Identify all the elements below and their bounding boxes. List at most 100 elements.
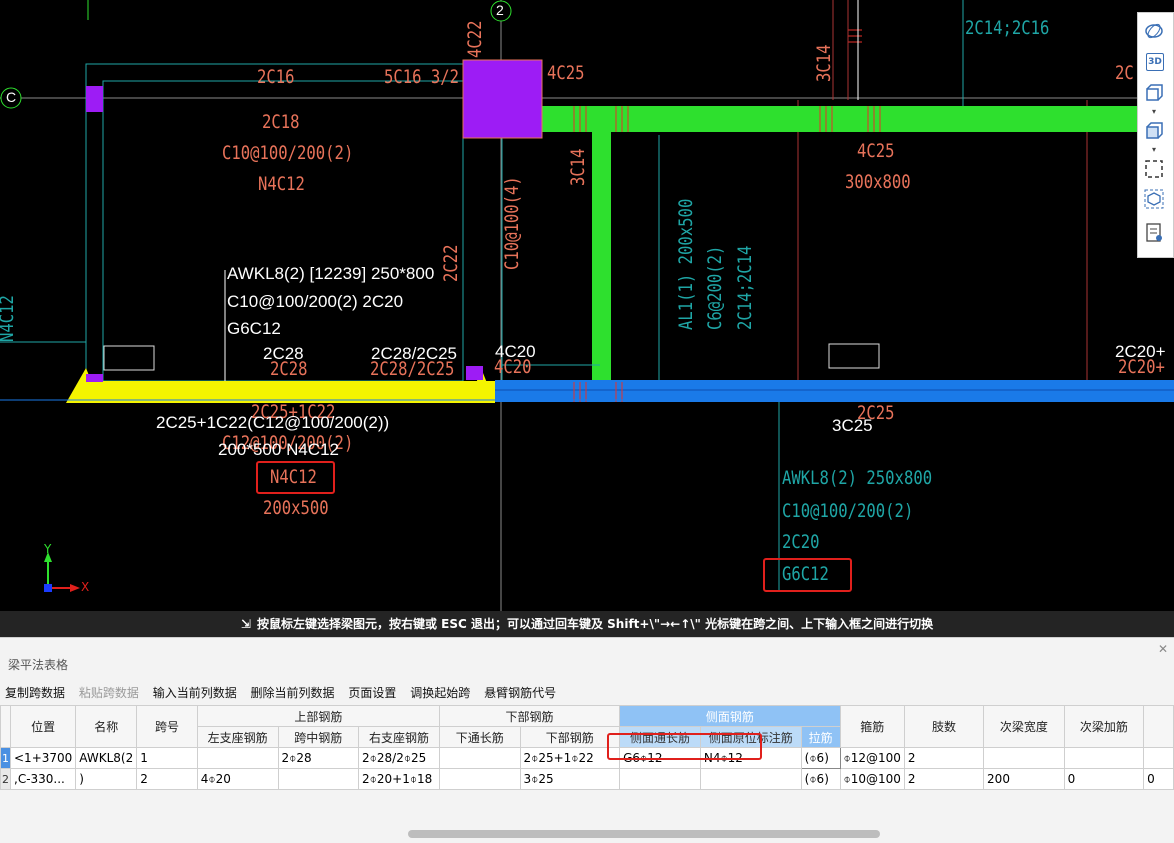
cantilever-code-button[interactable]: 悬臂钢筋代号 xyxy=(484,686,556,700)
cell-legs[interactable]: 2 xyxy=(903,747,985,769)
cell-left-support[interactable] xyxy=(196,747,279,769)
beam-annotation-top-right: 2C28/2C25 xyxy=(371,344,458,363)
cell-position[interactable]: <1+3700 xyxy=(9,747,77,769)
highlight-box xyxy=(763,558,852,592)
cad-text: C10@100/200(2) xyxy=(222,142,354,164)
cell-stirrup[interactable]: ⌽10@100 xyxy=(839,768,905,790)
cell-legs[interactable]: 2 xyxy=(903,768,985,790)
cad-text: N4C12 xyxy=(0,295,18,342)
cad-text: 200x500 xyxy=(263,497,329,519)
cad-text: 2C14;2C14 xyxy=(734,245,756,330)
header-position: 位置 xyxy=(9,705,77,748)
cad-text: 2C xyxy=(1115,62,1134,84)
cell-stirrup[interactable]: ⌽12@100 xyxy=(839,747,905,769)
swap-start-span-button[interactable]: 调换起始跨 xyxy=(410,686,470,700)
cell-name[interactable]: ) xyxy=(75,768,138,790)
orbit-icon[interactable] xyxy=(1144,21,1166,43)
ucs-y-label: Y xyxy=(44,542,52,556)
header-left-support: 左支座钢筋 xyxy=(196,726,279,748)
beam-annotation-span2-left: 4C20 xyxy=(495,342,536,361)
cad-text: 2C16 xyxy=(257,66,295,88)
cell-secondary-width[interactable]: 200 xyxy=(983,768,1065,790)
header-right-support: 右支座钢筋 xyxy=(358,726,440,748)
cad-text: 4C25 xyxy=(547,62,585,84)
cad-text: 5C16 3/2 xyxy=(384,66,460,88)
cad-text: 300x800 xyxy=(845,171,911,193)
cad-text: C6@200(2) xyxy=(704,245,726,330)
beam-annotation-top-left: 2C28 xyxy=(263,344,304,363)
header-bottom-continuous: 下通长筋 xyxy=(438,726,521,748)
cell-right-support[interactable]: 2⌽20+1⌽18 xyxy=(358,768,440,790)
input-column-button[interactable]: 输入当前列数据 xyxy=(153,686,237,700)
cad-text: C10@100(4) xyxy=(501,176,523,270)
cursor-arrow-icon: ⇲ xyxy=(240,617,251,631)
header-secondary-add: 次梁加筋 xyxy=(1063,705,1145,748)
cad-text: AL1(1) 200x500 xyxy=(675,198,697,330)
paste-span-button[interactable]: 粘贴跨数据 xyxy=(79,686,139,700)
box-3d-icon[interactable] xyxy=(1144,189,1166,211)
page-setup-button[interactable]: 页面设置 xyxy=(348,686,396,700)
cell-left-support[interactable]: 4⌽20 xyxy=(196,768,279,790)
cell-bottom-continuous[interactable] xyxy=(438,768,521,790)
cell-side-continuous[interactable] xyxy=(619,768,701,790)
cell-name[interactable]: AWKL8(2 xyxy=(75,747,138,769)
cell-mid-span[interactable] xyxy=(277,768,360,790)
cell-bottom-continuous[interactable] xyxy=(438,747,521,769)
properties-icon[interactable] xyxy=(1144,223,1166,245)
beam-annotation-bottom: 2C25+1C22(C12@100/200(2)) xyxy=(156,413,390,432)
cad-text: N4C12 xyxy=(258,173,305,195)
select-region-icon[interactable] xyxy=(1144,159,1166,181)
header-extra xyxy=(1143,705,1174,748)
panel-title: 梁平法表格 xyxy=(8,658,69,672)
row-number[interactable]: 1 xyxy=(0,747,11,769)
header-mid-span: 跨中钢筋 xyxy=(277,726,360,748)
cad-text: 2C22 xyxy=(440,244,462,282)
cube-iso-icon[interactable] xyxy=(1144,121,1166,143)
cad-text: C10@100/200(2) xyxy=(782,500,914,522)
highlight-box xyxy=(607,733,762,760)
cell-bottom[interactable]: 3⌽25 xyxy=(519,768,621,790)
cell-span[interactable]: 2 xyxy=(136,768,198,790)
cell-tie[interactable]: (⌽6) xyxy=(800,747,841,769)
axis-label-2: 2 xyxy=(496,2,504,18)
cell-mid-span[interactable]: 2⌽28 xyxy=(277,747,360,769)
cad-text: AWKL8(2) 250x800 xyxy=(782,467,933,489)
cell-position[interactable]: ,C-330... xyxy=(9,768,77,790)
row-number[interactable]: 2 xyxy=(0,768,11,790)
cad-text: 2C14;2C16 xyxy=(965,17,1050,39)
cell-bottom[interactable]: 2⌽25+1⌽22 xyxy=(519,747,621,769)
cell-extra[interactable]: 0 xyxy=(1143,768,1174,790)
table-row[interactable]: 2 ,C-330... ) 2 4⌽20 2⌽20+1⌽18 3⌽25 (⌽6)… xyxy=(0,768,1174,790)
cell-right-support[interactable]: 2⌽28/2⌽25 xyxy=(358,747,440,769)
delete-column-button[interactable]: 删除当前列数据 xyxy=(251,686,335,700)
panel-toolbar: 复制跨数据 粘贴跨数据 输入当前列数据 删除当前列数据 页面设置 调换起始跨 悬… xyxy=(5,684,566,702)
cad-drawing xyxy=(0,0,1174,611)
cad-viewport[interactable]: 2 C 2C16 5C16 3/2 2C18 C10@100/200(2) N4… xyxy=(0,0,1174,611)
cell-side-original[interactable] xyxy=(699,768,802,790)
table-row[interactable]: 1 <1+3700 AWKL8(2 1 2⌽28 2⌽28/2⌽25 2⌽25+… xyxy=(0,747,1174,769)
beam-annotation-span2-right: 2C20+ xyxy=(1115,342,1166,361)
status-bar: ⇲ 按鼠标左键选择梁图元，按右键或 ESC 退出；可以通过回车键及 Shift+\… xyxy=(0,611,1174,637)
cell-span[interactable]: 1 xyxy=(136,747,198,769)
cad-text: 3C14 xyxy=(813,44,835,82)
header-secondary-width: 次梁宽度 xyxy=(983,705,1065,748)
3d-view-icon[interactable]: 3D xyxy=(1146,53,1164,71)
cube-front-icon[interactable] xyxy=(1144,83,1166,105)
copy-span-button[interactable]: 复制跨数据 xyxy=(5,686,65,700)
cell-secondary-add[interactable]: 0 xyxy=(1063,768,1145,790)
header-bottom-rebar: 下部钢筋 xyxy=(438,705,621,727)
cell-tie[interactable]: (⌽6) xyxy=(800,768,841,790)
status-message: 按鼠标左键选择梁图元，按右键或 ESC 退出；可以通过回车键及 Shift+\"… xyxy=(256,617,934,631)
highlight-box xyxy=(256,461,335,494)
cell-secondary-width[interactable] xyxy=(983,747,1065,769)
cell-secondary-add[interactable] xyxy=(1063,747,1145,769)
header-legs: 肢数 xyxy=(903,705,985,748)
axis-label-c: C xyxy=(6,89,17,105)
horizontal-scrollbar[interactable] xyxy=(408,830,880,838)
view-toolbar: 3D ▾ ▾ xyxy=(1137,12,1174,258)
header-top-rebar: 上部钢筋 xyxy=(196,705,440,727)
beam-table-panel: 梁平法表格 ✕ 复制跨数据 粘贴跨数据 输入当前列数据 删除当前列数据 页面设置… xyxy=(0,637,1174,843)
cell-extra[interactable] xyxy=(1143,747,1174,769)
close-icon[interactable]: ✕ xyxy=(1158,642,1168,656)
header-span: 跨号 xyxy=(136,705,198,748)
